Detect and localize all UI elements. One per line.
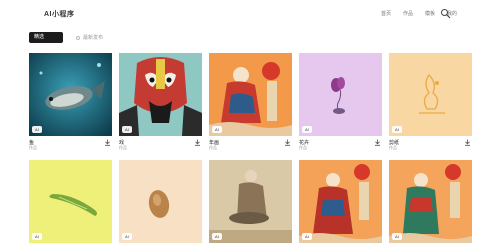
card-author: 作品 — [119, 145, 127, 150]
artwork-thumbnail[interactable]: AI — [29, 53, 112, 136]
sort-selector[interactable]: 最新发布 — [76, 34, 103, 41]
cucumber-artwork-image — [29, 160, 112, 243]
new-year-painting-image — [209, 53, 292, 136]
sort-label: 最新发布 — [83, 35, 104, 41]
artwork-card[interactable]: AI — [299, 160, 382, 243]
ai-badge: AI — [392, 233, 402, 240]
papercut-artwork-image — [389, 53, 472, 136]
ai-badge: AI — [212, 126, 222, 133]
nav-item-works[interactable]: 作品 — [403, 10, 413, 17]
card-author: 作品 — [389, 145, 397, 150]
artwork-thumbnail[interactable]: AI — [389, 160, 472, 243]
artwork-card[interactable]: AI 鱼 作品 — [29, 53, 112, 152]
download-icon[interactable] — [284, 139, 291, 146]
artwork-card[interactable]: AI 年画 作品 — [209, 53, 292, 152]
ai-badge: AI — [122, 126, 132, 133]
card-author: 作品 — [209, 145, 217, 150]
ai-badge: AI — [32, 126, 42, 133]
card-author: 作品 — [29, 145, 37, 150]
download-icon[interactable] — [374, 139, 381, 146]
artwork-thumbnail[interactable]: AI — [119, 160, 202, 243]
nav-item-templates[interactable]: 模板 — [425, 10, 435, 17]
top-bar: AI小程序 首页 作品 模板 我的 — [0, 0, 485, 28]
ai-badge: AI — [392, 126, 402, 133]
seed-artwork-image — [119, 160, 202, 243]
download-icon[interactable] — [104, 139, 111, 146]
traditional-figure-image — [209, 160, 292, 243]
artwork-card[interactable]: AI — [119, 160, 202, 243]
ai-badge: AI — [212, 233, 222, 240]
door-god-image — [389, 160, 472, 243]
artwork-thumbnail[interactable]: AI — [209, 53, 292, 136]
artwork-card[interactable]: AI — [209, 160, 292, 243]
ai-badge: AI — [302, 126, 312, 133]
artwork-thumbnail[interactable]: AI — [299, 53, 382, 136]
artwork-thumbnail[interactable]: AI — [209, 160, 292, 243]
app-logo[interactable]: AI小程序 — [44, 9, 75, 19]
download-icon[interactable] — [194, 139, 201, 146]
flower-artwork-image — [299, 53, 382, 136]
artwork-thumbnail[interactable]: AI — [119, 53, 202, 136]
card-author: 作品 — [299, 145, 307, 150]
artwork-thumbnail[interactable]: AI — [299, 160, 382, 243]
artwork-thumbnail[interactable]: AI — [29, 160, 112, 243]
artwork-card[interactable]: AI — [389, 160, 472, 243]
sort-icon — [76, 35, 80, 40]
artwork-card[interactable]: AI — [29, 160, 112, 243]
ai-badge: AI — [32, 233, 42, 240]
artwork-thumbnail[interactable]: AI — [389, 53, 472, 136]
search-icon[interactable] — [440, 8, 451, 19]
artwork-card[interactable]: AI 花卉 作品 — [299, 53, 382, 152]
general-painting-image — [299, 160, 382, 243]
artwork-card[interactable]: AI 戏 作品 — [119, 53, 202, 152]
opera-mask-image — [119, 53, 202, 136]
filter-chip[interactable]: 精选 — [29, 32, 63, 43]
filter-toolbar: 精选 最新发布 — [29, 32, 469, 44]
nav-item-home[interactable]: 首页 — [381, 10, 391, 17]
artwork-card[interactable]: AI 剪纸 作品 — [389, 53, 472, 152]
ai-badge: AI — [122, 233, 132, 240]
fish-artwork-image — [29, 53, 112, 136]
download-icon[interactable] — [464, 139, 471, 146]
ai-badge: AI — [302, 233, 312, 240]
